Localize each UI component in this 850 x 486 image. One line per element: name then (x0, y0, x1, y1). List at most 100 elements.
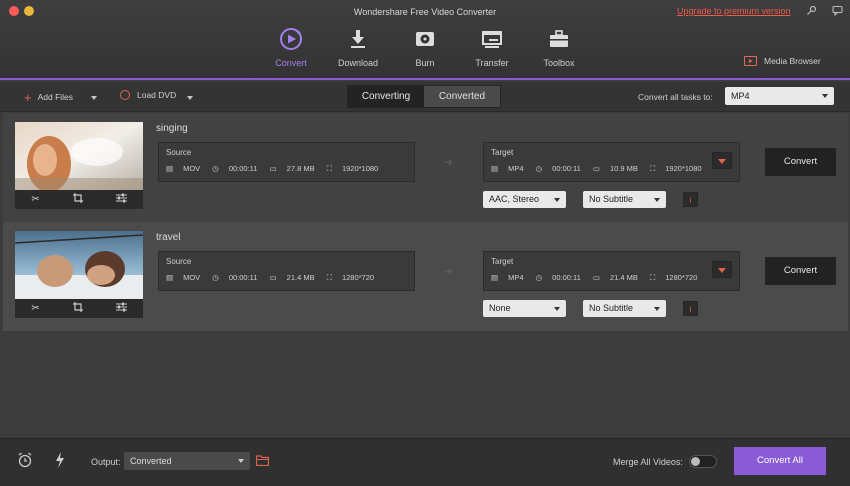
feedback-icon[interactable] (832, 5, 843, 17)
media-browser-label: Media Browser (764, 56, 821, 66)
subtitle-value: No Subtitle (589, 194, 634, 204)
target-meta: ▤ MP4 ◷ 00:00:11 ▭ 10.9 MB ⛶ 1920*1080 (491, 164, 712, 174)
alarm-clock-icon[interactable] (17, 452, 33, 470)
scissors-icon[interactable]: ✂ (31, 194, 39, 205)
edit-tools: ✂ (15, 299, 143, 318)
arrow-right-icon: ➜ (443, 155, 454, 169)
target-duration: 00:00:11 (552, 273, 581, 282)
load-dvd-label: Load DVD (137, 90, 177, 100)
adjust-icon[interactable] (115, 193, 127, 206)
adjust-icon[interactable] (115, 302, 127, 315)
load-dvd-button[interactable]: Load DVD (120, 90, 176, 100)
film-icon: ▤ (166, 164, 174, 173)
resolution-icon: ⛶ (650, 273, 656, 282)
target-size: 10.9 MB (609, 164, 638, 173)
film-icon: ▤ (166, 273, 174, 282)
subtitle-select[interactable]: No Subtitle (583, 300, 666, 317)
chevron-down-icon (654, 197, 660, 202)
convert-all-format-select[interactable]: MP4 (725, 87, 834, 105)
output-folder-value: Converted (130, 456, 172, 466)
tab-converted[interactable]: Converted (424, 86, 500, 107)
chevron-down-icon (822, 94, 828, 98)
info-icon[interactable]: i (683, 301, 698, 316)
crop-icon[interactable] (72, 302, 83, 315)
resolution-icon: ⛶ (326, 273, 332, 282)
film-icon: ▤ (491, 164, 499, 173)
convert-all-label: Convert all tasks to: (638, 92, 713, 102)
add-files-button[interactable]: + Add Files (24, 90, 73, 105)
target-info: Target ▤ MP4 ◷ 00:00:11 ▭ 10.9 MB ⛶ 1920*108… (483, 142, 740, 182)
target-format-dropdown[interactable] (712, 261, 732, 278)
film-icon: ▤ (491, 273, 499, 282)
source-format: MOV (183, 164, 201, 173)
toolbox-icon (546, 26, 572, 52)
target-duration: 00:00:11 (552, 164, 581, 173)
output-folder-select[interactable]: Converted (124, 452, 250, 470)
target-label: Target (491, 257, 514, 266)
source-duration: 00:00:11 (228, 273, 258, 282)
target-format: MP4 (508, 164, 524, 173)
plus-icon: + (24, 90, 32, 105)
media-browser-icon (744, 56, 757, 66)
audio-value: AAC, Stereo (489, 194, 540, 204)
convert-all-format-value: MP4 (731, 91, 750, 101)
open-folder-icon[interactable] (255, 455, 270, 468)
source-info: Source ▤ MOV ◷ 00:00:11 ▭ 27.8 MB ⛶ 1920*108… (158, 142, 415, 182)
chevron-down-icon (718, 159, 726, 164)
toggle-knob (691, 457, 700, 466)
burn-disc-icon (412, 26, 438, 52)
load-dvd-dropdown[interactable] (187, 93, 193, 103)
scissors-icon[interactable]: ✂ (31, 303, 39, 314)
chevron-down-icon (718, 268, 726, 273)
tab-convert-label: Convert (275, 58, 307, 68)
merge-toggle[interactable] (689, 455, 717, 468)
audio-select[interactable]: None (483, 300, 566, 317)
add-files-dropdown[interactable] (91, 93, 97, 103)
key-icon[interactable] (806, 5, 817, 16)
file-name: singing (156, 123, 188, 134)
target-resolution: 1280*720 (665, 273, 698, 282)
audio-value: None (489, 303, 511, 313)
source-info: Source ▤ MOV ◷ 00:00:11 ▭ 21.4 MB ⛶ 1280*720 (158, 251, 415, 291)
convert-all-button[interactable]: Convert All (734, 447, 826, 475)
source-size: 27.8 MB (286, 164, 315, 173)
tab-burn[interactable]: Burn (395, 26, 455, 68)
file-name: travel (156, 232, 181, 243)
tab-converting[interactable]: Converting (348, 86, 424, 107)
media-browser-button[interactable]: Media Browser (744, 56, 821, 66)
subtitle-select[interactable]: No Subtitle (583, 191, 666, 208)
target-label: Target (491, 148, 514, 157)
source-meta: ▤ MOV ◷ 00:00:11 ▭ 27.8 MB ⛶ 1920*1080 (166, 164, 388, 174)
tab-download-label: Download (337, 58, 379, 68)
audio-select[interactable]: AAC, Stereo (483, 191, 566, 208)
tab-toolbox-label: Toolbox (543, 58, 575, 68)
convert-button[interactable]: Convert (765, 148, 836, 176)
clock-icon: ◷ (212, 164, 219, 173)
title-bar: Wondershare Free Video Converter Upgrade… (0, 0, 850, 80)
video-thumbnail[interactable] (15, 122, 143, 190)
transfer-icon (479, 26, 505, 52)
resolution-icon: ⛶ (650, 164, 656, 173)
resolution-icon: ⛶ (326, 164, 332, 173)
target-format: MP4 (508, 273, 524, 282)
tab-download[interactable]: Download (328, 26, 388, 68)
convert-button[interactable]: Convert (765, 257, 836, 285)
chevron-down-icon (91, 96, 97, 100)
tab-toolbox[interactable]: Toolbox (529, 26, 589, 68)
output-label: Output: (91, 457, 121, 467)
crop-icon[interactable] (72, 193, 83, 206)
upgrade-link[interactable]: Upgrade to premium version (677, 6, 791, 16)
download-icon (345, 26, 371, 52)
folder-icon: ▭ (592, 273, 600, 282)
source-resolution: 1280*720 (341, 273, 375, 282)
video-thumbnail[interactable] (15, 231, 143, 299)
lightning-icon[interactable] (55, 452, 65, 470)
chevron-down-icon (238, 459, 244, 463)
clock-icon: ◷ (535, 273, 543, 282)
add-files-label: Add Files (37, 92, 74, 102)
tab-convert[interactable]: Convert (261, 26, 321, 68)
tab-transfer[interactable]: Transfer (462, 26, 522, 68)
info-icon[interactable]: i (683, 192, 698, 207)
target-format-dropdown[interactable] (712, 152, 732, 169)
chevron-down-icon (554, 306, 560, 311)
